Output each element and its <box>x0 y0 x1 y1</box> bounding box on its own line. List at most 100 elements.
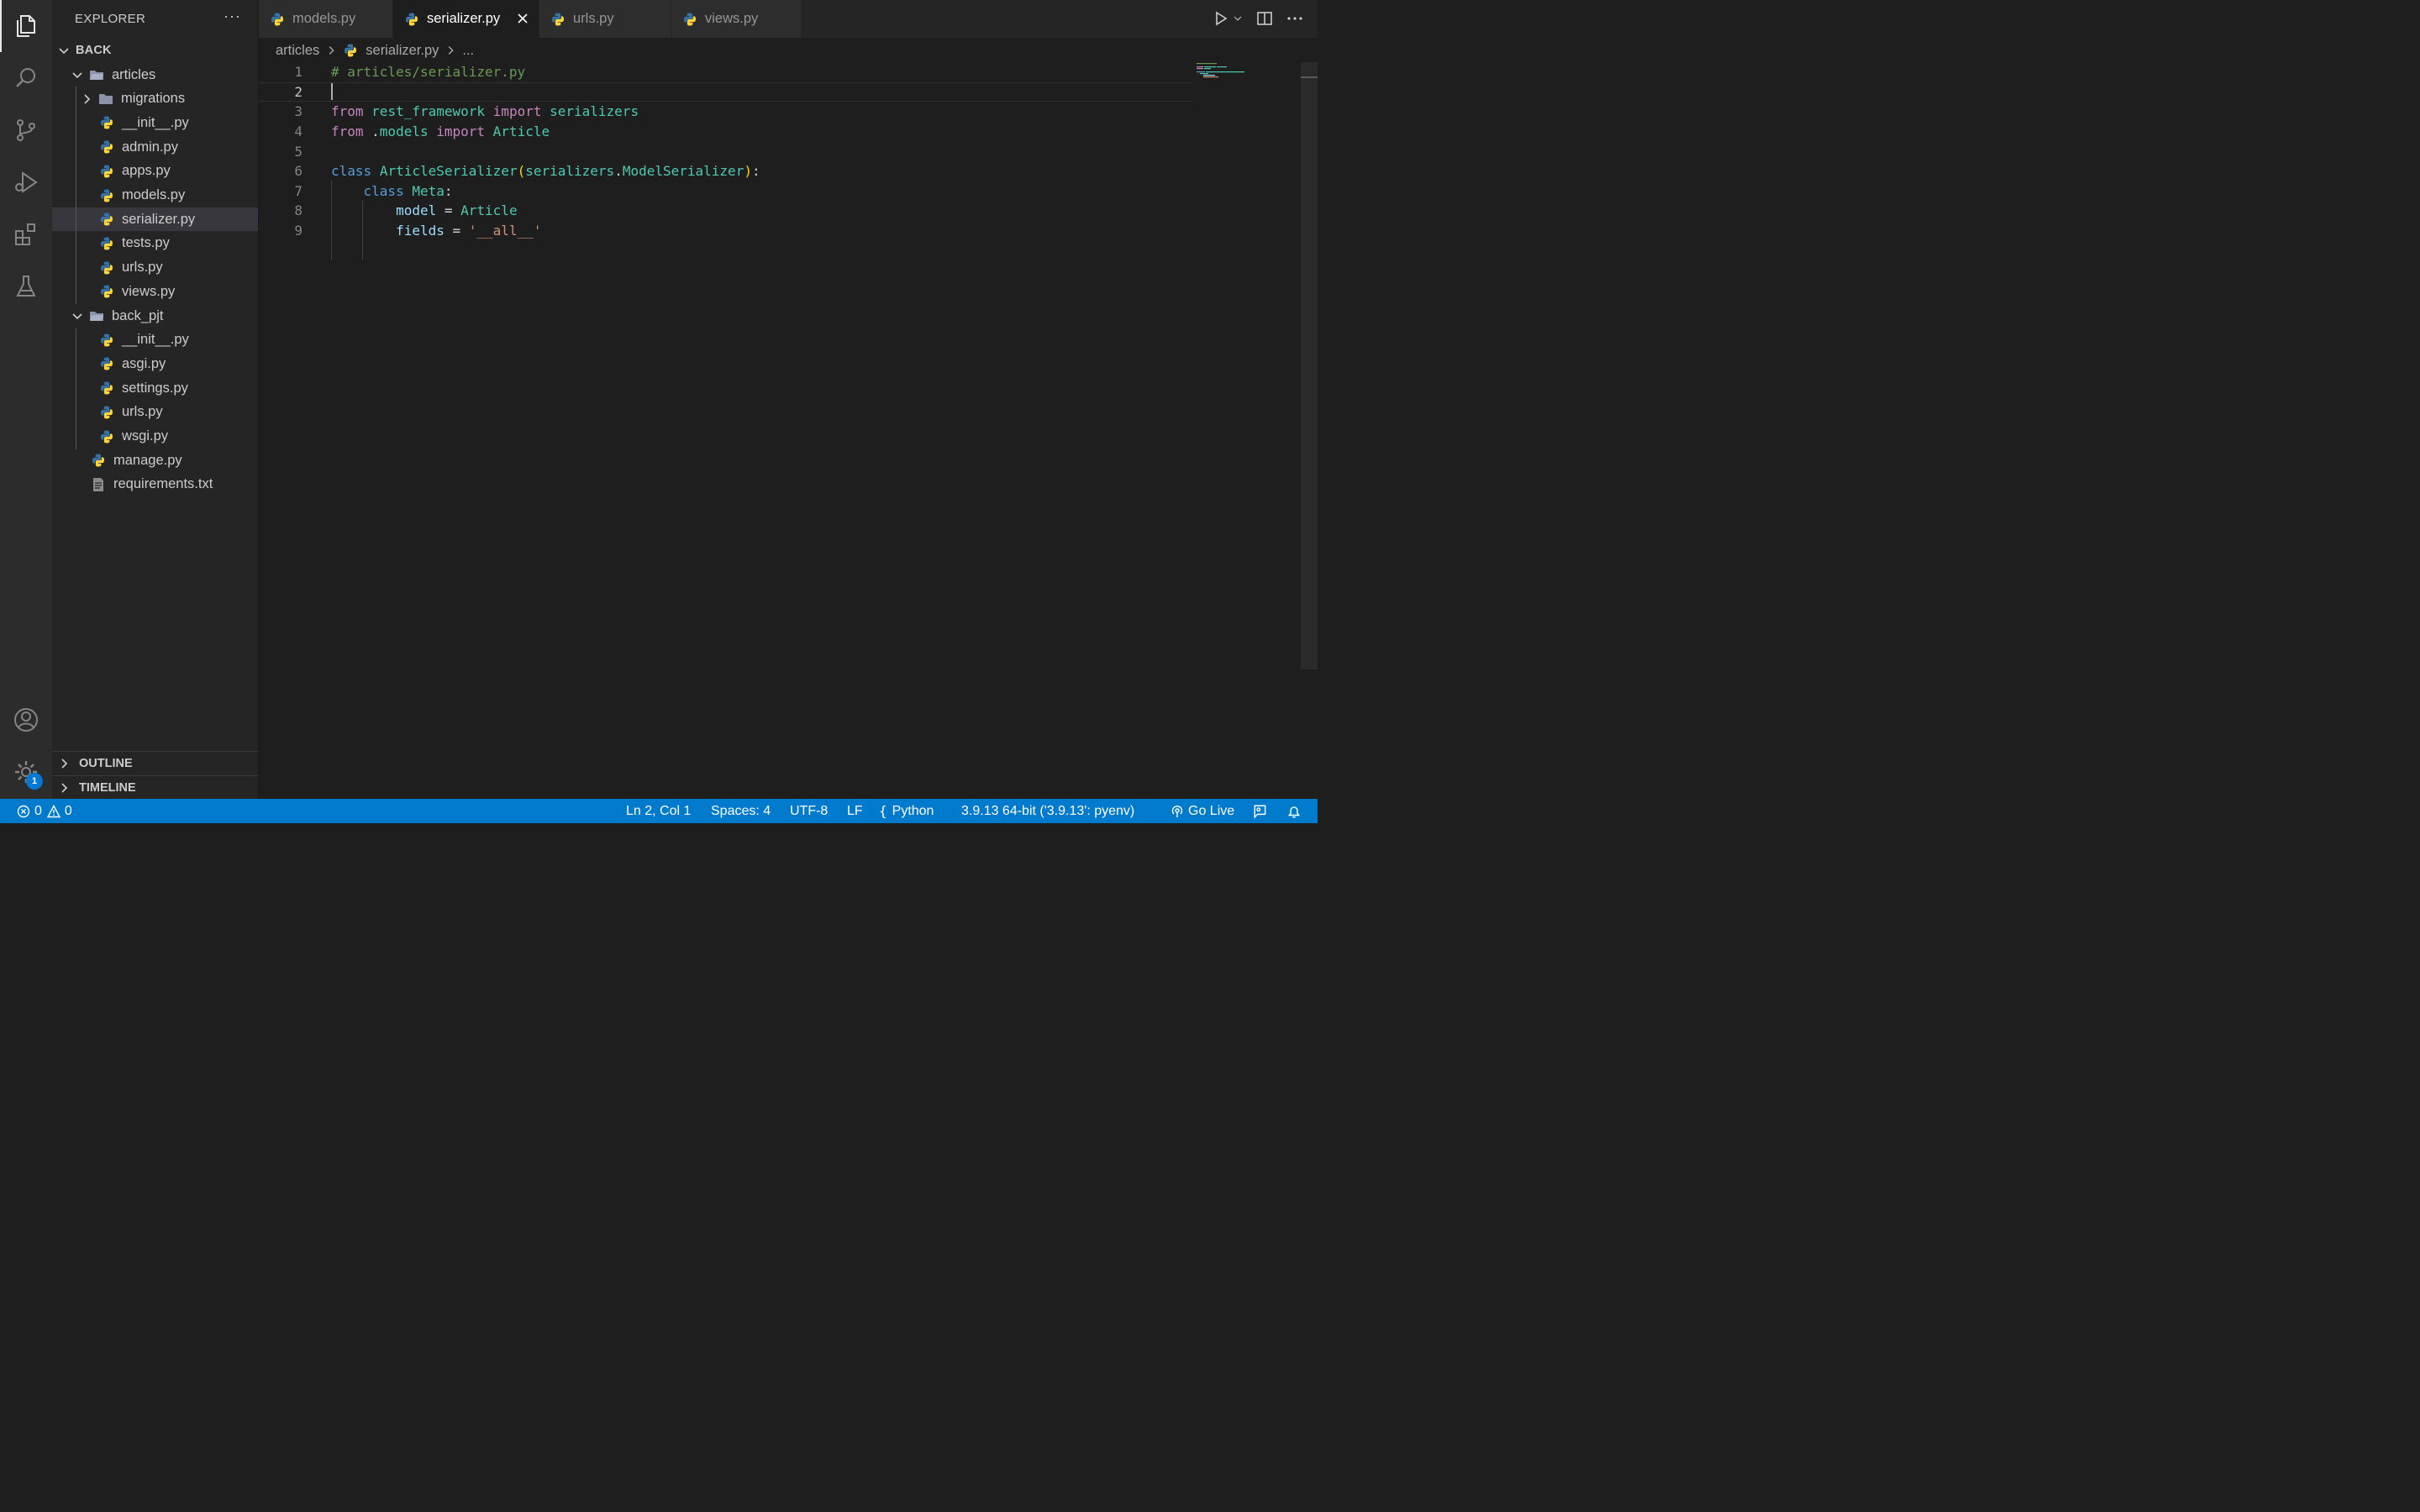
tree-item[interactable]: __init__.py <box>52 111 258 134</box>
chevron-down-icon[interactable] <box>1232 9 1244 28</box>
code-line[interactable]: 7 class Meta: <box>259 181 1193 202</box>
language-mode[interactable]: { Python <box>879 799 934 823</box>
tree-item[interactable]: __init__.py <box>52 328 258 352</box>
extensions-icon <box>15 223 35 245</box>
code-line[interactable]: 1 # articles/serializer.py <box>259 62 1193 82</box>
run-icon[interactable] <box>1212 9 1230 28</box>
code-line[interactable]: 6 class ArticleSerializer(serializers.Mod… <box>259 161 1193 181</box>
code-line[interactable]: 3 from rest_framework import serializers <box>259 102 1193 122</box>
code-editor[interactable]: 1 # articles/serializer.py 2 3 from rest_fra… <box>259 62 1318 799</box>
code-line[interactable]: 4 from .models import Article <box>259 122 1193 142</box>
tree-item[interactable]: settings.py <box>52 376 258 400</box>
python-file-icon <box>99 429 114 444</box>
language-label: Python <box>892 803 934 818</box>
tree-item[interactable]: admin.py <box>52 135 258 159</box>
tree-item[interactable]: urls.py <box>52 256 258 280</box>
python-file-icon <box>99 356 114 371</box>
tree-item[interactable]: migrations <box>52 87 258 111</box>
tree-item-label: articles <box>112 66 156 82</box>
tree-item[interactable]: apps.py <box>52 160 258 183</box>
more-actions-button[interactable]: ··· <box>224 8 241 25</box>
text-file-icon <box>91 477 106 492</box>
tree-item[interactable]: models.py <box>52 184 258 207</box>
problems-indicator[interactable]: 0 0 <box>17 799 72 823</box>
python-file-icon <box>99 115 114 130</box>
encoding[interactable]: UTF-8 <box>790 799 828 823</box>
line-number: 6 <box>294 163 302 180</box>
cursor-position[interactable]: Ln 2, Col 1 <box>626 799 691 823</box>
code-line[interactable]: 5 <box>259 141 1193 161</box>
tab-serializer[interactable]: serializer.py <box>393 0 539 38</box>
tree-root-label: BACK <box>76 44 112 57</box>
folder-icon <box>98 92 113 107</box>
chevron-right-icon <box>57 781 71 795</box>
tree-item[interactable]: asgi.py <box>52 352 258 375</box>
breadcrumb-more[interactable]: ... <box>462 43 474 59</box>
timeline-section[interactable]: TIMELINE <box>52 775 258 800</box>
code-line[interactable]: 2 <box>259 81 1193 102</box>
line-number: 2 <box>294 83 302 100</box>
python-interpreter[interactable]: 3.9.13 64-bit ('3.9.13': pyenv) <box>961 799 1134 823</box>
tree-item-label: serializer.py <box>122 211 196 227</box>
code-token: serializers <box>525 163 615 180</box>
chevron-down-icon <box>71 309 84 323</box>
breadcrumb: articles serializer.py ... <box>276 39 474 61</box>
run-debug-button[interactable] <box>0 156 52 208</box>
indentation[interactable]: Spaces: 4 <box>711 799 771 823</box>
code-line[interactable]: 8 model = Article <box>259 201 1193 221</box>
tree-item[interactable]: articles <box>52 63 258 87</box>
tree-item[interactable]: manage.py <box>52 449 258 472</box>
tree-item-label: views.py <box>122 283 176 299</box>
go-live-button[interactable]: Go Live <box>1171 799 1234 823</box>
source-control-button[interactable] <box>0 104 52 156</box>
tree-item[interactable]: views.py <box>52 280 258 303</box>
code-line[interactable]: 9 fields = '__all__' <box>259 221 1193 241</box>
extensions-button[interactable] <box>0 208 52 260</box>
notifications-button[interactable] <box>1286 799 1306 823</box>
tree-item[interactable]: requirements.txt <box>52 473 258 496</box>
line-number: 5 <box>294 143 302 160</box>
more-icon[interactable] <box>1286 9 1304 28</box>
minimap[interactable] <box>1197 62 1297 96</box>
close-icon[interactable] <box>515 11 530 26</box>
tree-item-label: requirements.txt <box>113 476 213 492</box>
tab-label: models.py <box>292 11 356 26</box>
tree-item[interactable]: tests.py <box>52 232 258 255</box>
feedback-button[interactable] <box>1253 799 1272 823</box>
breadcrumb-file[interactable]: serializer.py <box>366 43 439 59</box>
code-token: = <box>444 223 469 239</box>
split-editor-icon[interactable] <box>1255 9 1274 28</box>
code-token: class <box>331 163 372 180</box>
tree-item[interactable]: back_pjt <box>52 304 258 328</box>
warning-icon <box>46 804 60 817</box>
tab-label: urls.py <box>573 11 614 26</box>
line-number: 1 <box>294 64 302 81</box>
scroll-cursor-marker <box>1301 76 1318 78</box>
tab-views[interactable]: views.py <box>671 0 802 38</box>
chevron-right-icon <box>325 45 337 56</box>
testing-button[interactable] <box>0 260 52 312</box>
breadcrumb-folder[interactable]: articles <box>276 43 319 59</box>
tree-item[interactable]: urls.py <box>52 401 258 424</box>
tree-item[interactable]: wsgi.py <box>52 425 258 449</box>
accounts-button[interactable] <box>0 694 52 746</box>
run-debug-icon <box>15 171 38 193</box>
files-icon <box>17 15 35 37</box>
tab-models[interactable]: models.py <box>259 0 393 38</box>
end-of-line[interactable]: LF <box>847 799 863 823</box>
search-button[interactable] <box>0 52 52 104</box>
python-file-icon <box>91 453 106 468</box>
chevron-right-icon <box>57 757 71 770</box>
tree-root-back[interactable]: BACK <box>52 39 258 62</box>
error-count: 0 <box>34 803 42 818</box>
editor-scrollbar[interactable] <box>1301 62 1318 669</box>
outline-section[interactable]: OUTLINE <box>52 751 258 775</box>
tree-item[interactable]: serializer.py <box>52 207 258 232</box>
tab-urls[interactable]: urls.py <box>539 0 671 38</box>
explorer-button[interactable] <box>0 0 52 52</box>
manage-button[interactable]: 1 <box>0 746 52 798</box>
